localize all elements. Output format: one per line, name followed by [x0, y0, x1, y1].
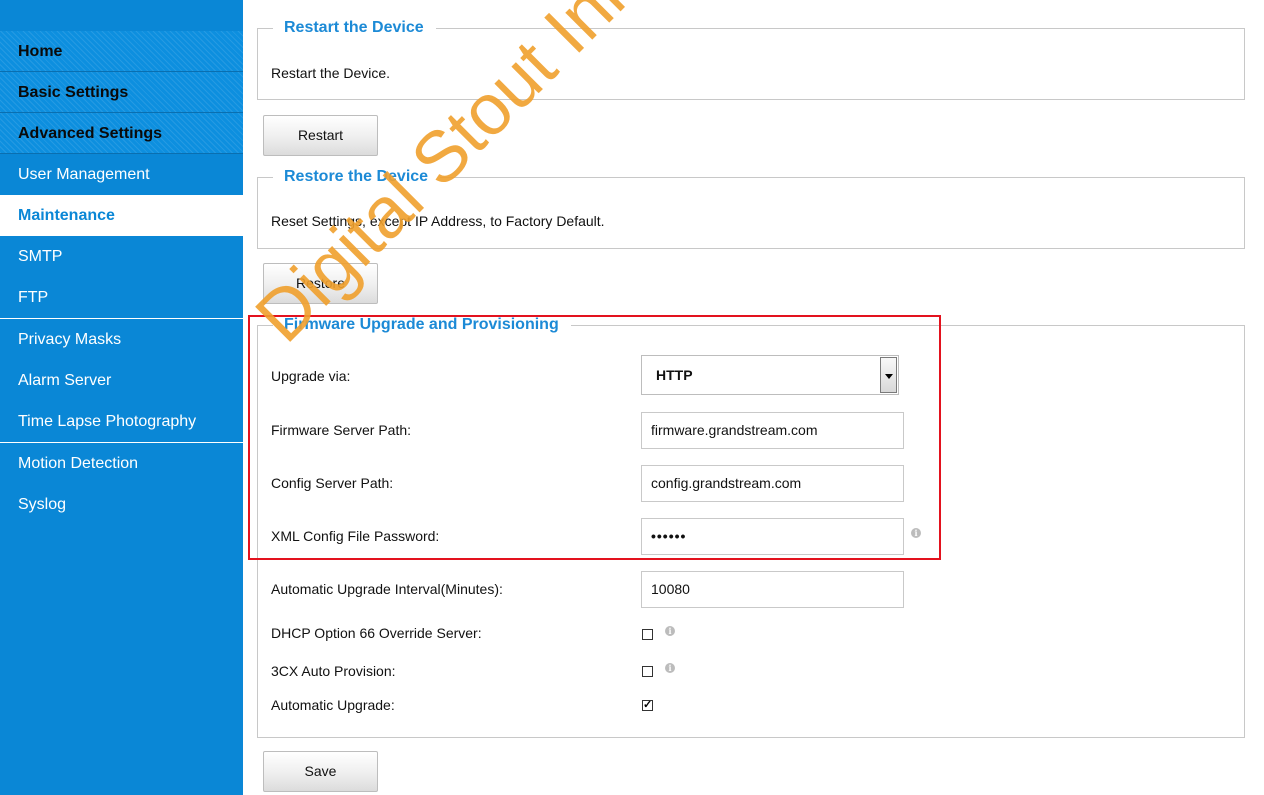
firmware-legend: Firmware Upgrade and Provisioning	[284, 316, 559, 333]
sidebar-item-syslog[interactable]: Syslog	[0, 484, 243, 525]
restart-description: Restart the Device.	[271, 65, 391, 81]
restore-legend-wrap: Restore the Device	[273, 167, 441, 187]
upgrade-via-label: Upgrade via:	[271, 368, 351, 384]
save-button[interactable]: Save	[263, 751, 378, 792]
sidebar-item-privacy-masks[interactable]: Privacy Masks	[0, 319, 243, 360]
config-server-path-input[interactable]: config.grandstream.com	[641, 465, 904, 502]
firmware-server-path-label: Firmware Server Path:	[271, 422, 412, 438]
sidebar-item-maintenance[interactable]: Maintenance	[0, 195, 243, 236]
info-icon[interactable]: i	[911, 528, 921, 538]
restart-legend: Restart the Device	[284, 19, 424, 36]
sidebar-item-user-management[interactable]: User Management	[0, 154, 243, 195]
sidebar-item-advanced-settings[interactable]: Advanced Settings	[0, 113, 243, 154]
automatic-upgrade-label: Automatic Upgrade:	[271, 697, 395, 713]
firmware-server-path-input[interactable]: firmware.grandstream.com	[641, 412, 904, 449]
sidebar-item-home[interactable]: Home	[0, 31, 243, 72]
firmware-legend-wrap: Firmware Upgrade and Provisioning	[273, 315, 571, 335]
sidebar-item-ftp[interactable]: FTP	[0, 277, 243, 318]
upgrade-via-value: HTTP	[656, 367, 693, 383]
info-icon[interactable]: i	[665, 626, 675, 636]
sidebar-item-basic-settings[interactable]: Basic Settings	[0, 72, 243, 113]
sidebar-item-motion-detection[interactable]: Motion Detection	[0, 443, 243, 484]
sidebar-item-smtp[interactable]: SMTP	[0, 236, 243, 277]
upgrade-interval-input[interactable]: 10080	[641, 571, 904, 608]
upgrade-via-select[interactable]: HTTP	[641, 355, 899, 395]
sidebar-nav: Home Basic Settings Advanced Settings Us…	[0, 0, 243, 795]
sidebar-item-alarm-server[interactable]: Alarm Server	[0, 360, 243, 401]
dhcp66-label: DHCP Option 66 Override Server:	[271, 625, 482, 641]
dhcp66-checkbox[interactable]	[642, 629, 653, 640]
sidebar-item-time-lapse-photography[interactable]: Time Lapse Photography	[0, 401, 243, 442]
xml-config-password-input[interactable]: ••••••	[641, 518, 904, 555]
sidebar-filler	[0, 525, 243, 795]
restore-button[interactable]: Restore	[263, 263, 378, 304]
chevron-down-icon	[885, 374, 893, 379]
sidebar-top-bar	[0, 0, 243, 31]
restart-button[interactable]: Restart	[263, 115, 378, 156]
3cx-auto-provision-checkbox[interactable]	[642, 666, 653, 677]
info-icon[interactable]: i	[665, 663, 675, 673]
restart-legend-wrap: Restart the Device	[273, 18, 436, 38]
restart-panel: Restart the Device Restart the Device.	[257, 18, 1245, 100]
automatic-upgrade-checkbox[interactable]	[642, 698, 653, 711]
restore-panel: Restore the Device Reset Settings, excep…	[257, 167, 1245, 249]
restore-description: Reset Settings, except IP Address, to Fa…	[271, 213, 605, 229]
xml-config-password-label: XML Config File Password:	[271, 528, 440, 544]
dropdown-button[interactable]	[880, 357, 897, 393]
upgrade-interval-label: Automatic Upgrade Interval(Minutes):	[271, 581, 503, 597]
config-server-path-label: Config Server Path:	[271, 475, 394, 491]
3cx-auto-provision-label: 3CX Auto Provision:	[271, 663, 396, 679]
restore-legend: Restore the Device	[284, 168, 429, 185]
